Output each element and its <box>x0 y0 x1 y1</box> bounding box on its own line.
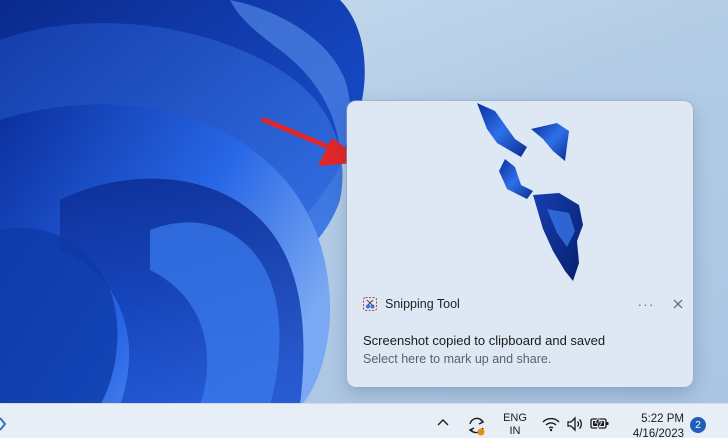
input-language-indicator[interactable]: ENG IN <box>498 412 532 438</box>
close-icon <box>673 299 683 309</box>
volume-icon[interactable] <box>566 416 584 432</box>
snipping-tool-icon <box>363 297 377 311</box>
language-region: IN <box>509 425 521 437</box>
taskbar-app-icon-partial[interactable] <box>0 416 8 432</box>
battery-charging-icon[interactable] <box>590 415 610 431</box>
notification-title: Screenshot copied to clipboard and saved <box>363 333 606 348</box>
notification-app-name: Snipping Tool <box>385 297 460 311</box>
show-hidden-icons-chevron-up-icon[interactable] <box>436 416 450 430</box>
screenshot-preview-image <box>477 103 583 281</box>
snipping-tool-notification[interactable]: Snipping Tool ··· Screenshot copied to c… <box>347 101 693 387</box>
notification-center-badge[interactable]: 2 <box>690 417 706 433</box>
notification-body: Select here to mark up and share. <box>363 352 552 366</box>
wifi-icon[interactable] <box>542 416 560 432</box>
notification-close-button[interactable] <box>667 294 689 314</box>
taskbar: ENG IN 5:22 PM 4/16/2023 2 <box>0 403 728 438</box>
notification-app-header: Snipping Tool <box>363 296 460 312</box>
desktop: Snipping Tool ··· Screenshot copied to c… <box>0 0 728 438</box>
clock-time: 5:22 PM <box>641 413 684 425</box>
notification-more-options-button[interactable]: ··· <box>635 294 657 314</box>
clock-date: 4/16/2023 <box>632 428 684 438</box>
sync-icon[interactable] <box>466 415 488 437</box>
system-clock[interactable]: 5:22 PM 4/16/2023 <box>618 412 684 438</box>
language-code: ENG <box>503 412 527 424</box>
